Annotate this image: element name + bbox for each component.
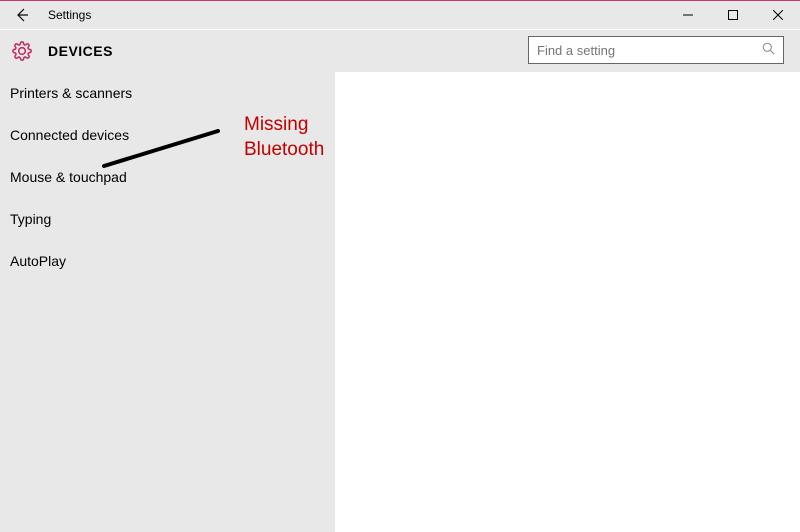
- gear-icon-container: [0, 41, 44, 61]
- minimize-icon: [683, 10, 693, 20]
- page-header: DEVICES: [0, 30, 800, 72]
- window-title: Settings: [48, 8, 91, 22]
- content-area: [335, 72, 800, 532]
- search-box[interactable]: [528, 36, 784, 64]
- gear-icon: [12, 41, 32, 61]
- close-icon: [773, 10, 783, 20]
- maximize-button[interactable]: [710, 1, 755, 29]
- sidebar-item-label: Mouse & touchpad: [10, 169, 127, 185]
- maximize-icon: [728, 10, 738, 20]
- minimize-button[interactable]: [665, 1, 710, 29]
- sidebar-item-mouse-touchpad[interactable]: Mouse & touchpad: [0, 156, 335, 198]
- window-controls: [665, 1, 800, 29]
- search-icon: [762, 42, 775, 58]
- sidebar-item-typing[interactable]: Typing: [0, 198, 335, 240]
- sidebar-item-label: Printers & scanners: [10, 85, 132, 101]
- page-title: DEVICES: [48, 43, 113, 59]
- sidebar-item-printers-scanners[interactable]: Printers & scanners: [0, 72, 335, 114]
- back-button[interactable]: [0, 1, 44, 29]
- sidebar-item-label: AutoPlay: [10, 253, 66, 269]
- sidebar: Printers & scanners Connected devices Mo…: [0, 72, 335, 532]
- sidebar-item-connected-devices[interactable]: Connected devices: [0, 114, 335, 156]
- sidebar-item-autoplay[interactable]: AutoPlay: [0, 240, 335, 282]
- sidebar-item-label: Typing: [10, 211, 51, 227]
- back-arrow-icon: [14, 7, 30, 23]
- sidebar-item-label: Connected devices: [10, 127, 129, 143]
- titlebar: Settings: [0, 1, 800, 29]
- search-input[interactable]: [537, 43, 762, 58]
- close-button[interactable]: [755, 1, 800, 29]
